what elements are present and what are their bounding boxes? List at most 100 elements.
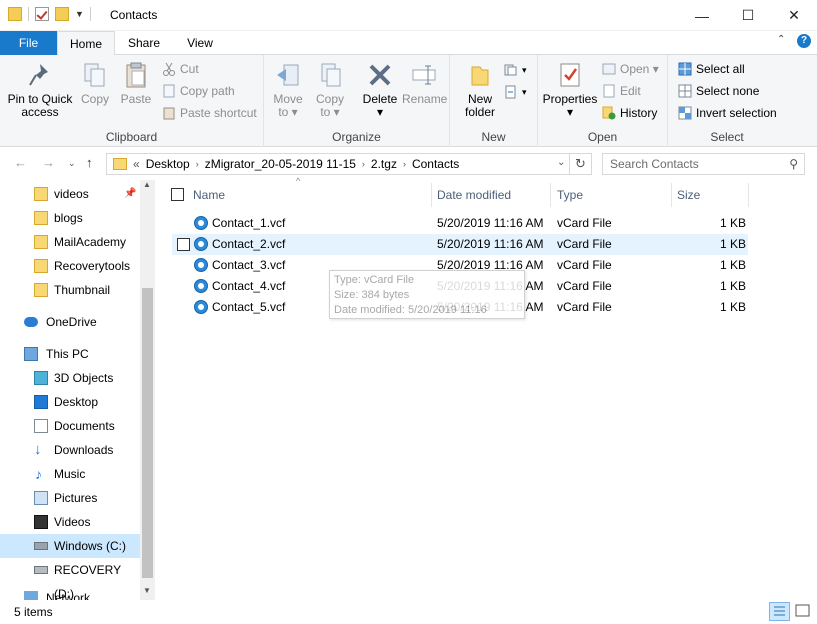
nav-item-3d-objects[interactable]: 3D Objects xyxy=(0,366,140,390)
paste-shortcut-button[interactable]: Paste shortcut xyxy=(162,104,257,122)
row-checkbox[interactable] xyxy=(177,238,190,251)
chevron-right-icon[interactable]: › xyxy=(362,159,365,169)
copy-button[interactable]: Copy xyxy=(78,61,112,106)
maximize-button[interactable]: ☐ xyxy=(725,0,771,31)
file-type: vCard File xyxy=(557,216,612,230)
tooltip-type: Type: vCard File xyxy=(334,274,415,286)
properties-quick-icon[interactable] xyxy=(35,7,49,21)
column-header-size[interactable]: Size xyxy=(677,183,700,207)
folder-icon xyxy=(34,259,48,273)
nav-item-music[interactable]: ♪ Music xyxy=(0,462,140,486)
vcard-icon xyxy=(194,279,208,293)
forward-arrow-icon[interactable]: → xyxy=(42,155,55,170)
drive-icon xyxy=(34,542,48,550)
address-bar[interactable]: « Desktop › zMigrator_20-05-2019 11-15 ›… xyxy=(106,153,592,175)
nav-item-this-pc[interactable]: This PC xyxy=(0,342,140,366)
copy-icon xyxy=(81,61,109,89)
nav-item-desktop[interactable]: Desktop xyxy=(0,390,140,414)
nav-item-mailacademy[interactable]: MailAcademy xyxy=(0,230,140,254)
file-size: 1 KB xyxy=(720,300,747,314)
customize-toolbar-icon[interactable]: ▼ xyxy=(75,9,84,19)
scroll-up-icon[interactable]: ▲ xyxy=(143,180,151,189)
select-all-button[interactable]: Select all xyxy=(678,60,745,78)
nav-item-downloads[interactable]: ↓ Downloads xyxy=(0,438,140,462)
scrollbar-thumb[interactable] xyxy=(142,288,153,578)
search-icon[interactable]: ⚲ xyxy=(789,154,798,174)
tab-home[interactable]: Home xyxy=(57,31,115,56)
nav-item-pictures[interactable]: Pictures xyxy=(0,486,140,510)
breadcrumb-overflow[interactable]: « xyxy=(133,157,140,171)
minimize-button[interactable]: — xyxy=(679,0,725,31)
select-none-button[interactable]: Select none xyxy=(678,82,759,100)
column-divider[interactable] xyxy=(748,183,749,207)
column-divider[interactable] xyxy=(550,183,551,207)
refresh-icon[interactable]: ↻ xyxy=(575,156,586,172)
copy-path-button[interactable]: Copy path xyxy=(162,82,235,100)
chevron-right-icon[interactable]: › xyxy=(196,159,199,169)
select-all-checkbox[interactable] xyxy=(171,188,184,201)
new-item-button[interactable]: ▾ xyxy=(504,61,527,79)
breadcrumb-desktop[interactable]: Desktop xyxy=(146,157,190,171)
address-dropdown-icon[interactable]: ⌄ xyxy=(557,157,565,168)
nav-scrollbar[interactable]: ▲ ▼ xyxy=(140,180,155,600)
breadcrumb-tgz[interactable]: 2.tgz xyxy=(371,157,397,171)
tab-view[interactable]: View xyxy=(175,31,225,55)
scissors-icon xyxy=(162,62,176,76)
paste-button[interactable]: Paste xyxy=(118,61,154,106)
open-button[interactable]: Open ▾ xyxy=(602,60,659,78)
rename-button[interactable]: Rename xyxy=(402,61,447,106)
breadcrumb-contacts[interactable]: Contacts xyxy=(412,157,459,171)
help-icon[interactable]: ? xyxy=(797,34,811,48)
nav-item-onedrive[interactable]: OneDrive xyxy=(0,310,140,334)
edit-button[interactable]: Edit xyxy=(602,82,641,100)
tab-share[interactable]: Share xyxy=(119,31,169,55)
copy-to-button[interactable]: Copy to ▾ xyxy=(312,61,348,119)
details-view-icon[interactable] xyxy=(769,602,790,621)
file-row[interactable]: Contact_2.vcf 5/20/2019 11:16 AM vCard F… xyxy=(172,234,748,255)
nav-item-network[interactable]: Network xyxy=(0,586,140,600)
chevron-right-icon[interactable]: › xyxy=(403,159,406,169)
nav-item-videos-library[interactable]: Videos xyxy=(0,510,140,534)
nav-label: blogs xyxy=(54,211,83,225)
move-to-button[interactable]: Move to ▾ xyxy=(270,61,306,119)
pin-to-quick-access-button[interactable]: Pin to Quick access xyxy=(4,61,76,119)
file-row[interactable]: Contact_1.vcf 5/20/2019 11:16 AM vCard F… xyxy=(172,213,748,234)
column-header-type[interactable]: Type xyxy=(557,183,583,207)
nav-label: MailAcademy xyxy=(54,235,127,249)
close-button[interactable]: ✕ xyxy=(771,0,817,31)
pin-icon[interactable]: 📌 xyxy=(124,182,136,206)
status-bar: 5 items xyxy=(0,600,817,624)
back-arrow-icon[interactable]: ← xyxy=(14,155,27,170)
nav-item-documents[interactable]: Documents xyxy=(0,414,140,438)
nav-item-recoverytools[interactable]: Recoverytools xyxy=(0,254,140,278)
breadcrumb-zmigrator[interactable]: zMigrator_20-05-2019 11-15 xyxy=(205,157,356,171)
nav-item-thumbnail[interactable]: Thumbnail xyxy=(0,278,140,302)
copy-path-icon xyxy=(162,84,176,98)
nav-item-blogs[interactable]: blogs xyxy=(0,206,140,230)
large-icons-view-icon[interactable] xyxy=(793,602,814,621)
properties-button[interactable]: Properties ▾ xyxy=(542,61,598,119)
column-divider[interactable] xyxy=(431,183,432,207)
column-header-name[interactable]: Name xyxy=(193,183,225,207)
navigation-pane: videos 📌 blogs MailAcademy Recoverytools… xyxy=(0,180,155,600)
nav-label: OneDrive xyxy=(46,315,97,329)
nav-item-videos[interactable]: videos 📌 xyxy=(0,182,140,206)
column-header-date-modified[interactable]: Date modified xyxy=(437,183,511,207)
delete-button[interactable]: Delete ▾ xyxy=(360,61,400,119)
collapse-ribbon-icon[interactable]: ⌃ xyxy=(777,34,785,45)
file-type: vCard File xyxy=(557,279,612,293)
nav-item-recovery-d[interactable]: RECOVERY (D:) xyxy=(0,558,140,600)
search-input[interactable]: Search Contacts ⚲ xyxy=(602,153,805,175)
invert-selection-button[interactable]: Invert selection xyxy=(678,104,777,122)
history-button[interactable]: History xyxy=(602,104,657,122)
up-arrow-icon[interactable]: ↑ xyxy=(86,155,93,170)
cut-button[interactable]: Cut xyxy=(162,60,199,78)
nav-item-windows-c[interactable]: Windows (C:) xyxy=(0,534,140,558)
easy-access-button[interactable]: ▾ xyxy=(504,83,527,101)
new-folder-button[interactable]: New folder xyxy=(460,61,500,119)
scroll-down-icon[interactable]: ▼ xyxy=(143,586,151,595)
recent-locations-icon[interactable]: ⌄ xyxy=(68,158,76,169)
new-folder-quick-icon[interactable] xyxy=(55,7,69,21)
tab-file[interactable]: File xyxy=(0,31,57,55)
column-divider[interactable] xyxy=(671,183,672,207)
